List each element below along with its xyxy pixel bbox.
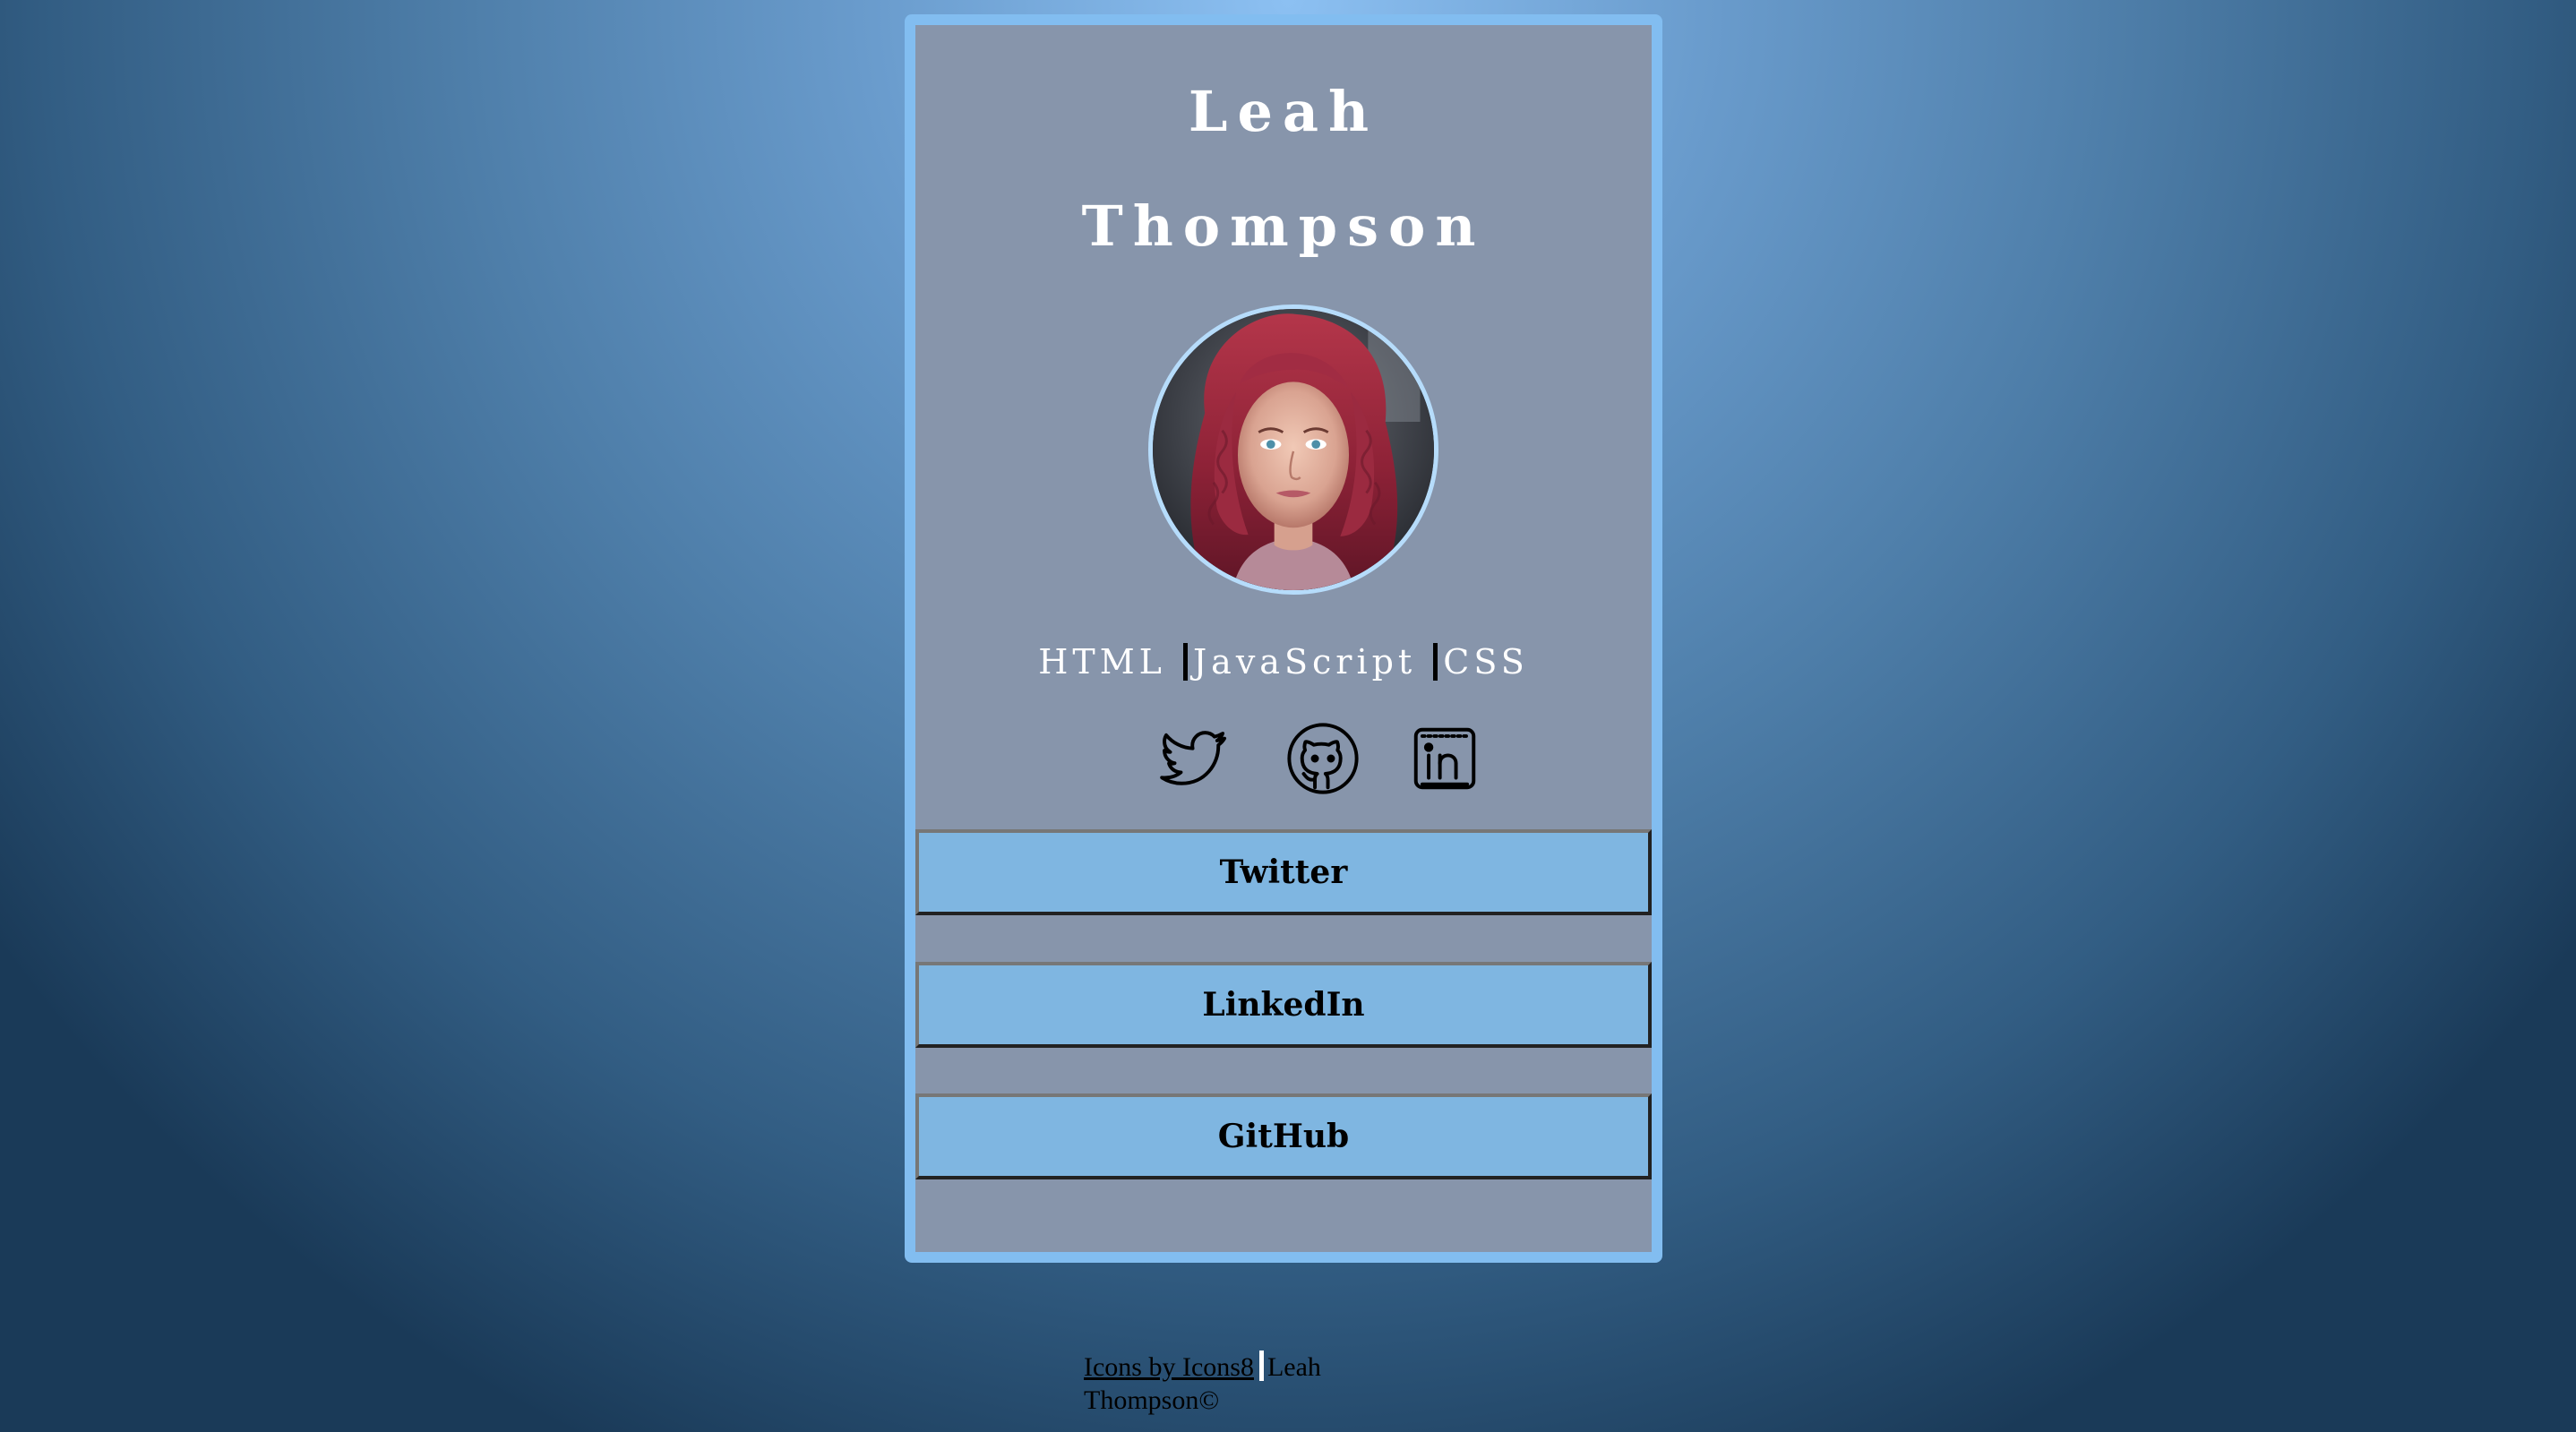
skill-html: HTML	[1038, 642, 1181, 682]
icons8-credit-link[interactable]: Icons by Icons8	[1084, 1352, 1254, 1382]
linkedin-icon[interactable]	[1406, 720, 1483, 797]
footer: Icons by Icons8 Leah Thompson©	[1084, 1351, 1370, 1417]
twitter-button[interactable]: Twitter	[915, 829, 1652, 915]
github-button[interactable]: GitHub	[915, 1093, 1652, 1179]
profile-card: Leah Thompson HTML JavaScript CSS Twitte…	[905, 14, 1662, 1263]
skills-line: HTML JavaScript CSS	[915, 641, 1652, 682]
skill-css: CSS	[1443, 642, 1529, 682]
twitter-icon[interactable]	[1155, 720, 1232, 797]
last-name: Thompson	[1081, 193, 1486, 259]
avatar	[1148, 304, 1438, 595]
github-icon[interactable]	[1284, 720, 1361, 797]
skill-separator	[1182, 643, 1188, 681]
skill-separator	[1433, 643, 1438, 681]
social-icons	[915, 720, 1652, 797]
first-name: Leah	[1188, 79, 1379, 144]
skill-javascript: JavaScript	[1192, 642, 1432, 682]
linkedin-button[interactable]: LinkedIn	[915, 962, 1652, 1048]
footer-separator	[1258, 1351, 1264, 1381]
